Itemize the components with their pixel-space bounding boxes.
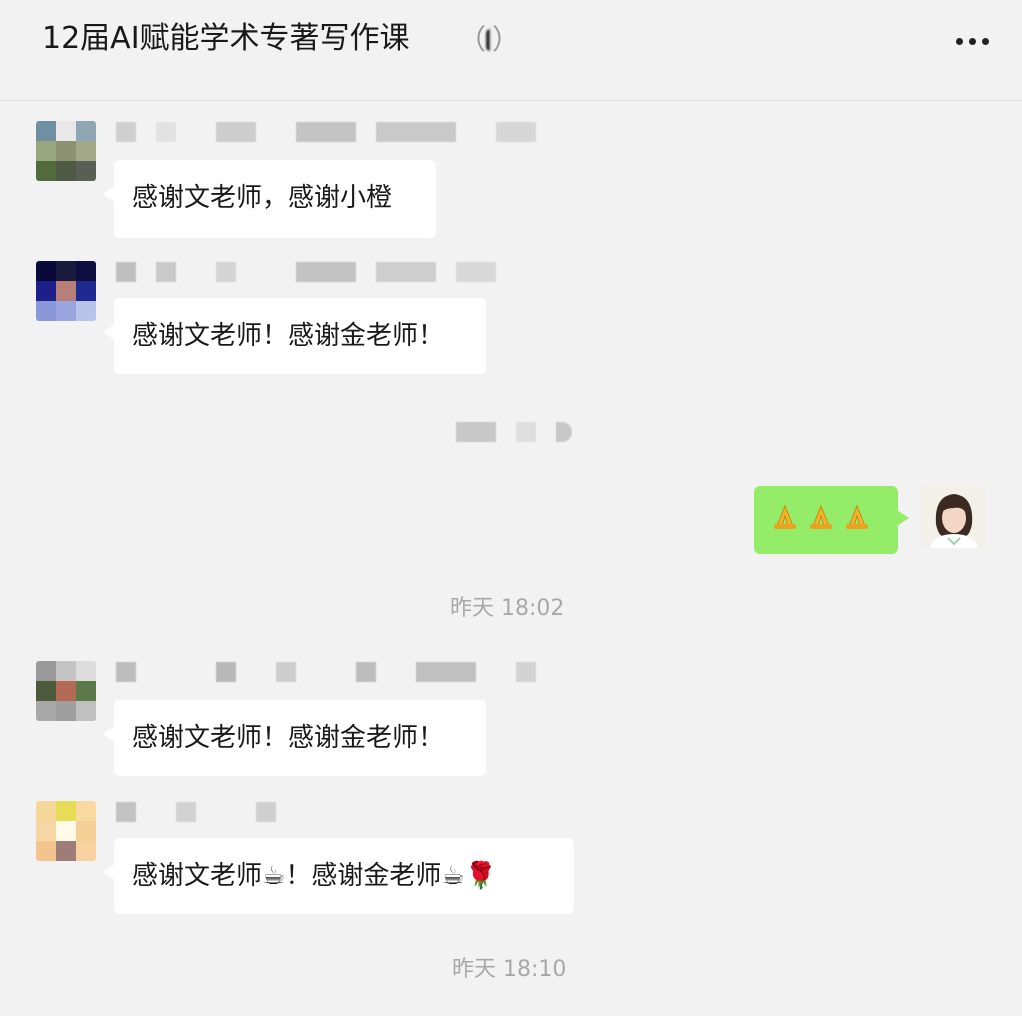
sender-name-redacted (116, 122, 546, 142)
message-text: 感谢文老师，感谢小橙 (132, 183, 393, 213)
avatar-portrait-icon (922, 484, 986, 548)
chat-title: 12届AI赋能学术专著写作课 (42, 21, 410, 56)
message-bubble[interactable]: 感谢文老师☕！感谢金老师☕🌹 (103, 838, 574, 914)
pray-icon (810, 504, 832, 529)
my-avatar[interactable] (922, 484, 986, 548)
avatar[interactable] (36, 801, 96, 861)
timestamp: 昨天 18:02 (450, 596, 565, 621)
my-message-bubble[interactable] (754, 486, 909, 554)
message-bubble[interactable]: 感谢文老师！感谢金老师！ (103, 298, 486, 374)
pray-icon (846, 504, 868, 529)
chat-header: 12届AI赋能学术专著写作课 （ ） (0, 0, 1022, 101)
sender-name-redacted (116, 802, 316, 822)
ellipsis-icon (981, 37, 989, 45)
sender-name-redacted (116, 662, 546, 682)
message-bubble[interactable]: 感谢文老师，感谢小橙 (103, 160, 436, 238)
more-options-button[interactable] (948, 28, 996, 54)
redacted-count (486, 29, 492, 51)
timestamp: 昨天 18:10 (452, 957, 567, 982)
avatar[interactable] (36, 121, 96, 181)
avatar[interactable] (36, 661, 96, 721)
coffee-icon: ☕ (441, 861, 465, 891)
emoji-row (770, 502, 882, 532)
message-text: 感谢文老师 (132, 861, 263, 891)
rose-icon: 🌹 (464, 861, 498, 891)
message-bubble[interactable]: 感谢文老师！感谢金老师！ (103, 700, 486, 776)
member-count-redacted: （ ） (458, 24, 520, 56)
pray-icon (774, 504, 796, 529)
message-text: 感谢文老师！感谢金老师！ (132, 723, 445, 753)
ellipsis-icon (968, 37, 976, 45)
sender-name-redacted (116, 262, 516, 282)
ellipsis-icon (955, 37, 963, 45)
message-text: 感谢文老师！感谢金老师！ (132, 321, 445, 351)
paren-close: ） (491, 23, 520, 56)
paren-open: （ (458, 23, 487, 56)
coffee-icon: ☕ (262, 861, 286, 891)
message-text: ！感谢金老师 (285, 861, 442, 891)
avatar[interactable] (36, 261, 96, 321)
my-name-redacted (456, 422, 576, 442)
